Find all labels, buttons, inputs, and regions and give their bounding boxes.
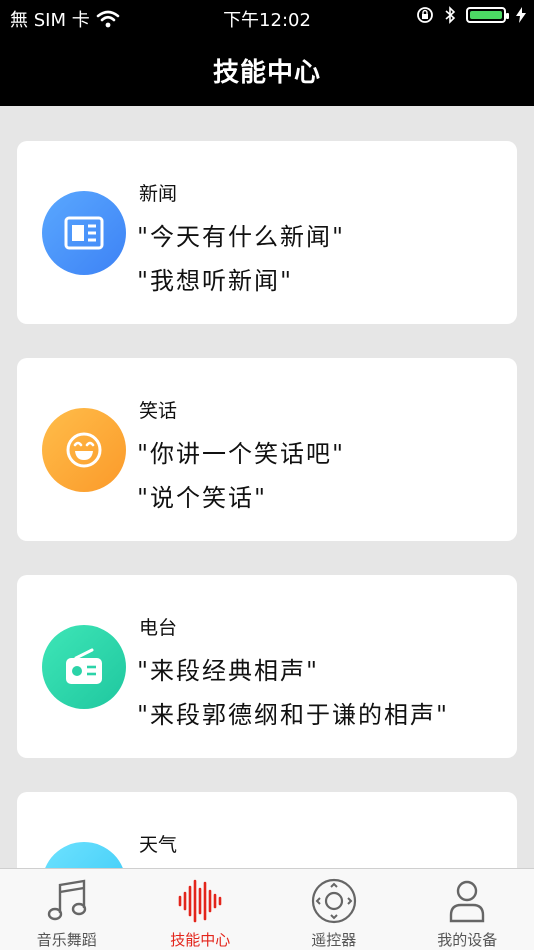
skill-example: "你讲一个笑话吧" (137, 440, 346, 468)
remote-control-icon (311, 878, 356, 924)
tab-music-dance[interactable]: 音乐舞蹈 (0, 869, 134, 950)
newspaper-icon (42, 190, 126, 275)
radio-icon (42, 624, 126, 709)
skill-example: "来段郭德纲和于谦的相声" (137, 701, 450, 729)
tab-skill-center[interactable]: 技能中心 (134, 869, 268, 950)
skill-card-weather[interactable]: 天气 (17, 792, 517, 868)
status-right (416, 6, 526, 24)
skill-example: "今天有什么新闻" (137, 223, 346, 251)
nav-bar: 技能中心 (0, 34, 534, 106)
tab-label: 技能中心 (170, 931, 231, 949)
skill-title: 新闻 (139, 183, 178, 205)
tab-bar: 音乐舞蹈 技能中心 遥控器 我的设备 (0, 868, 534, 950)
skill-example: "我想听新闻" (137, 267, 294, 295)
battery-icon (466, 7, 509, 23)
weather-icon (42, 841, 126, 868)
skill-list[interactable]: 新闻 "今天有什么新闻" "我想听新闻" 笑话 "你讲一个笑话吧" "说个笑话" (0, 106, 534, 868)
tab-label: 我的设备 (437, 931, 498, 949)
skill-title: 笑话 (139, 400, 178, 422)
skill-example: "说个笑话" (137, 484, 268, 512)
skill-card-radio[interactable]: 电台 "来段经典相声" "来段郭德纲和于谦的相声" (17, 575, 517, 758)
skill-title: 天气 (139, 834, 178, 856)
skill-title: 电台 (139, 617, 178, 639)
tab-my-devices[interactable]: 我的设备 (401, 869, 534, 950)
tab-label: 遥控器 (311, 931, 357, 949)
page-title: 技能中心 (212, 57, 321, 88)
status-bar: 無 SIM 卡 下午12:02 (0, 0, 534, 34)
skill-card-news[interactable]: 新闻 "今天有什么新闻" "我想听新闻" (17, 141, 517, 324)
tab-label: 音乐舞蹈 (36, 931, 97, 949)
bluetooth-icon (445, 6, 456, 24)
tab-remote-control[interactable]: 遥控器 (267, 869, 401, 950)
charging-icon (516, 7, 526, 23)
sound-wave-icon (178, 879, 222, 923)
orientation-lock-icon (417, 7, 433, 23)
skill-example: "来段经典相声" (137, 657, 320, 685)
battery-fill (470, 11, 502, 19)
music-note-icon (47, 879, 86, 921)
laughing-face-icon (42, 407, 126, 492)
user-icon (450, 880, 485, 923)
skill-card-jokes[interactable]: 笑话 "你讲一个笑话吧" "说个笑话" (17, 358, 517, 541)
